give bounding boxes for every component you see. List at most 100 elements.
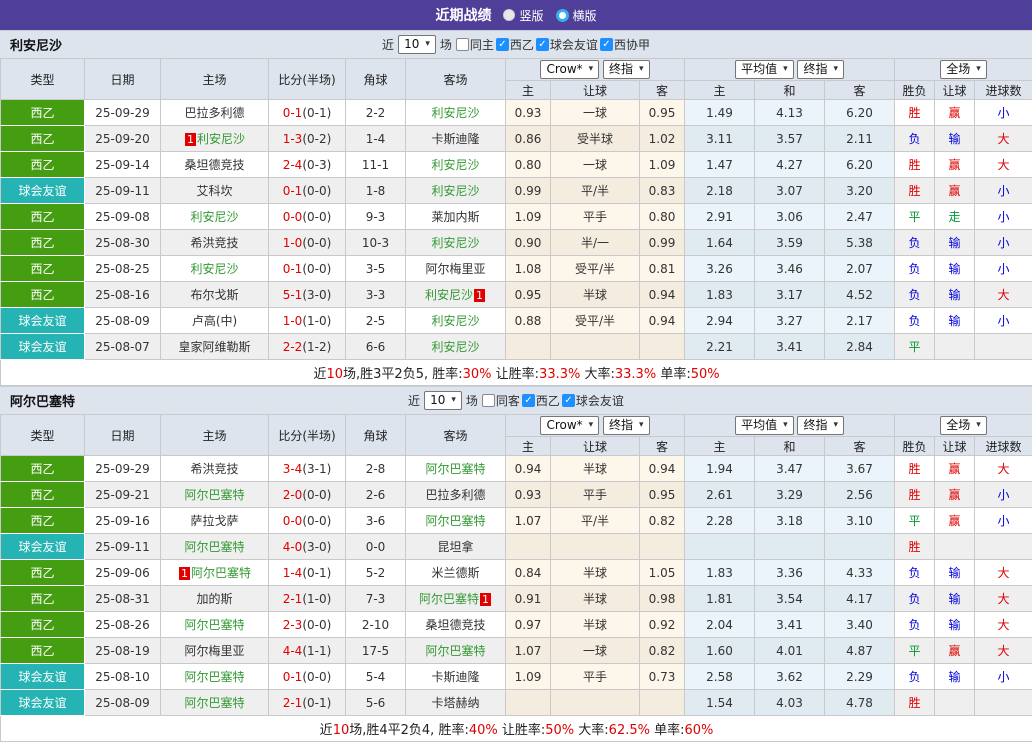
col-result: 负 [895,560,935,586]
col-result: 负 [895,308,935,334]
match-count-select[interactable]: 10 ▾ [424,391,462,410]
odds-handicap [551,690,640,716]
col-goals: 进球数 [975,437,1032,456]
avg-home: 1.47 [685,152,755,178]
score: 0-0(0-0) [269,204,346,230]
match-date: 25-08-07 [85,334,161,360]
match-type-badge: 西乙 [1,230,85,256]
layout-option-horizontal[interactable]: 横版 [556,7,597,24]
radio-horizontal-icon[interactable] [556,9,569,22]
col-result: 负 [895,586,935,612]
team-label: 卢高(中) [192,314,237,328]
col-handicap-result: 赢 [935,508,975,534]
checkbox-icon[interactable]: ✓ [496,38,509,51]
score: 2-1(1-0) [269,586,346,612]
match-date: 25-09-29 [85,100,161,126]
col-goals: 小 [975,308,1032,334]
checkbox-icon[interactable] [482,394,495,407]
odds-handicap: 一球 [551,100,640,126]
avg-home: 1.49 [685,100,755,126]
avg-home: 1.81 [685,586,755,612]
score: 1-0(1-0) [269,308,346,334]
layout-option-vertical[interactable]: 竖版 [503,7,543,24]
corners: 1-8 [346,178,406,204]
filter-checkbox-球会友谊[interactable]: ✓球会友谊 [536,36,598,53]
checkbox-icon[interactable] [456,38,469,51]
col-result: 胜 [895,100,935,126]
match-row: 球会友谊25-09-11艾科坎0-1(0-0)1-8利安尼沙0.99平/半0.8… [1,178,1032,204]
corners: 3-5 [346,256,406,282]
match-date: 25-08-25 [85,256,161,282]
avg-stage-select[interactable]: 终指▾ [797,416,844,435]
match-date: 25-09-21 [85,482,161,508]
bookmaker-select[interactable]: Crow*▾ [540,416,599,435]
match-type-badge: 西乙 [1,482,85,508]
col-result: 负 [895,612,935,638]
team-label: 利安尼沙 [190,210,238,224]
filter-checkbox-西乙[interactable]: ✓西乙 [522,392,560,409]
col-handicap-result: 输 [935,282,975,308]
avg-away: 客 [825,81,895,100]
corners: 5-6 [346,690,406,716]
odds-stage-select[interactable]: 终指▾ [603,416,650,435]
filter-checkbox-同客[interactable]: 同客 [482,392,520,409]
odds-stage-select[interactable]: 终指▾ [603,60,650,79]
avg-draw: 3.62 [755,664,825,690]
match-count-select[interactable]: 10 ▾ [398,35,436,54]
team-label: 阿尔巴塞特 [419,592,479,606]
bookmaker-select[interactable]: Crow*▾ [540,60,599,79]
odds-home: 0.93 [506,482,551,508]
team-label: 阿尔梅里亚 [184,644,244,658]
corners: 7-3 [346,586,406,612]
red-card-badge: 1 [185,133,196,146]
corners: 5-4 [346,664,406,690]
scope-select[interactable]: 全场▾ [940,416,987,435]
away-team: 莱加内斯 [406,204,506,230]
match-type-badge: 球会友谊 [1,664,85,690]
average-select[interactable]: 平均值▾ [735,416,794,435]
filter-checkbox-球会友谊[interactable]: ✓球会友谊 [562,392,624,409]
match-row: 球会友谊25-08-10阿尔巴塞特0-1(0-0)5-4卡斯迪隆1.09平手0.… [1,664,1032,690]
col-goals: 大 [975,612,1032,638]
avg-stage-select[interactable]: 终指▾ [797,60,844,79]
match-type-badge: 球会友谊 [1,690,85,716]
checkbox-icon[interactable]: ✓ [562,394,575,407]
checkbox-icon[interactable]: ✓ [600,38,613,51]
avg-home: 3.11 [685,126,755,152]
filter-checkbox-西协甲[interactable]: ✓西协甲 [600,36,650,53]
avg-away: 3.40 [825,612,895,638]
avg-away: 2.47 [825,204,895,230]
avg-draw: 3.57 [755,126,825,152]
checkbox-icon[interactable]: ✓ [522,394,535,407]
col-score: 比分(半场) [269,415,346,456]
odds-handicap [551,534,640,560]
radio-vertical-icon[interactable] [503,9,515,21]
col-goals [975,334,1032,360]
average-select[interactable]: 平均值▾ [735,60,794,79]
col-handicap-result: 赢 [935,100,975,126]
home-team: 阿尔巴塞特 [161,612,269,638]
odds-home [506,690,551,716]
team-section-albacete: 阿尔巴塞特 近 10 ▾ 场 同客✓西乙✓球会友谊 类型 [0,386,1032,742]
scope-select[interactable]: 全场▾ [940,60,987,79]
odds-handicap: 平/半 [551,508,640,534]
filter-checkbox-西乙[interactable]: ✓西乙 [496,36,534,53]
checkbox-icon[interactable]: ✓ [536,38,549,51]
match-date: 25-08-16 [85,282,161,308]
team-label: 阿尔巴塞特 [184,696,244,710]
team-label: 皇家阿维勒斯 [178,340,250,354]
col-result: 平 [895,334,935,360]
match-date: 25-08-10 [85,664,161,690]
avg-away [825,534,895,560]
team-label: 利安尼沙 [431,106,479,120]
corners: 6-6 [346,334,406,360]
match-type-badge: 西乙 [1,560,85,586]
away-team: 利安尼沙 [406,308,506,334]
corners: 10-3 [346,230,406,256]
col-away: 客场 [406,415,506,456]
match-date: 25-08-30 [85,230,161,256]
match-row: 西乙25-09-21阿尔巴塞特2-0(0-0)2-6巴拉多利德0.93平手0.9… [1,482,1032,508]
score: 2-1(0-1) [269,690,346,716]
avg-home: 2.94 [685,308,755,334]
filter-checkbox-同主[interactable]: 同主 [456,36,494,53]
